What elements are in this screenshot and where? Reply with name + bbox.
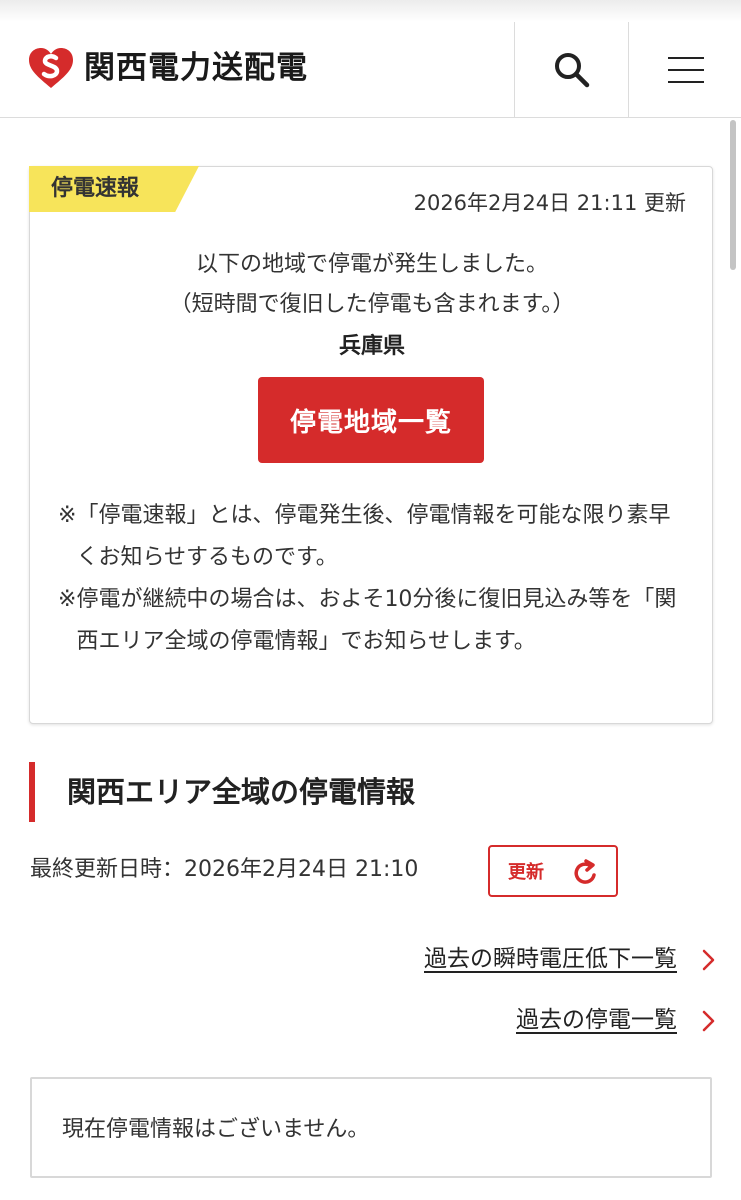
flash-message: 以下の地域で停電が発生しました。 （短時間で復旧した停電も含まれます。） 兵庫県 — [30, 245, 714, 367]
refresh-label: 更新 — [508, 862, 544, 883]
status-bar-shade — [0, 0, 741, 22]
site-logo[interactable]: 関西電力送配電 — [26, 46, 308, 90]
chevron-right-icon — [702, 949, 715, 971]
current-outage-status-box: 現在停電情報はございません。 — [30, 1077, 712, 1178]
outage-area-list-button[interactable]: 停電地域一覧 — [258, 377, 484, 463]
flash-tag: 停電速報 — [29, 166, 199, 212]
page: 関西電力送配電 停電速報 2026年2月24日 21:11 更新 以下の地域で停… — [0, 0, 741, 1200]
kepco-logo-icon — [29, 48, 73, 88]
flash-timestamp: 2026年2月24日 21:11 更新 — [413, 191, 686, 215]
flash-line-2: （短時間で復旧した停電も含まれます。） — [169, 292, 575, 317]
note-mark: ※ — [58, 503, 77, 528]
flash-notes: ※ 「停電速報」とは、停電発生後、停電情報を可能な限り素早くお知らせするものです… — [58, 495, 688, 663]
prefecture-label: 兵庫県 — [338, 334, 405, 359]
search-icon — [554, 53, 589, 88]
note-text: 「停電速報」とは、停電発生後、停電情報を可能な限り素早くお知らせするものです。 — [76, 503, 671, 570]
site-header: 関西電力送配電 — [0, 22, 741, 118]
section-title: 関西エリア全域の停電情報 — [29, 762, 415, 822]
note-item: ※ 停電が継続中の場合は、およそ10分後に復旧見込み等を「関西エリア全域の停電情… — [58, 579, 688, 663]
past-outage-list-link[interactable]: 過去の停電一覧 — [516, 1003, 677, 1037]
last-updated-text: 最終更新日時：2026年2月24日 21:10 — [30, 857, 419, 882]
search-button[interactable] — [514, 22, 628, 118]
past-voltage-drop-link[interactable]: 過去の瞬時電圧低下一覧 — [424, 942, 677, 976]
logo-text: 関西電力送配電 — [84, 50, 308, 86]
refresh-icon — [574, 859, 596, 884]
refresh-button[interactable]: 更新 — [488, 845, 618, 897]
note-text: 停電が継続中の場合は、およそ10分後に復旧見込み等を「関西エリア全域の停電情報」… — [76, 587, 677, 654]
hamburger-menu-icon — [667, 47, 704, 93]
note-mark: ※ — [58, 587, 77, 612]
chevron-right-icon — [702, 1010, 715, 1032]
flash-line-1: 以下の地域で停電が発生しました。 — [195, 252, 548, 277]
outage-flash-card: 停電速報 2026年2月24日 21:11 更新 以下の地域で停電が発生しました… — [29, 166, 713, 724]
menu-button[interactable] — [628, 22, 741, 118]
note-item: ※ 「停電速報」とは、停電発生後、停電情報を可能な限り素早くお知らせするものです… — [58, 495, 688, 579]
scrollbar-thumb[interactable] — [730, 120, 736, 270]
